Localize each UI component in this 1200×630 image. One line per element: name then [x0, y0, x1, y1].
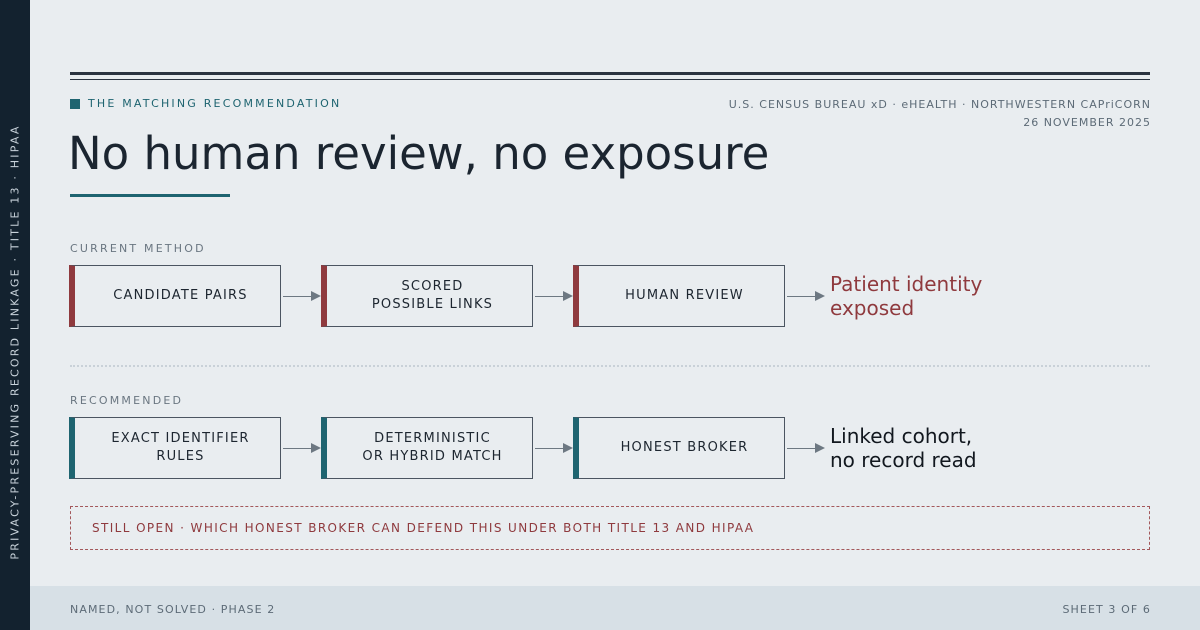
footer: NAMED, NOT SOLVED · PHASE 2 SHEET 3 OF 6 [30, 586, 1200, 630]
footer-status: NAMED, NOT SOLVED · PHASE 2 [70, 603, 276, 616]
open-question-box: STILL OPEN · WHICH HONEST BROKER CAN DEF… [70, 506, 1150, 550]
meta-organizations: U.S. CENSUS BUREAU xD · eHEALTH · NORTHW… [728, 98, 1151, 111]
open-question-text: STILL OPEN · WHICH HONEST BROKER CAN DEF… [92, 521, 755, 535]
recommended-step-2: DETERMINISTIC OR HYBRID MATCH [321, 417, 533, 479]
eyebrow: THE MATCHING RECOMMENDATION [70, 97, 341, 110]
page-title: No human review, no exposure [68, 127, 770, 180]
title-underline [70, 194, 230, 197]
current-step-3-label: HUMAN REVIEW [625, 288, 744, 303]
recommended-step-1: EXACT IDENTIFIER RULES [69, 417, 281, 479]
arrow-right-icon [283, 290, 321, 302]
side-strip: PRIVACY-PRESERVING RECORD LINKAGE · TITL… [0, 0, 30, 630]
recommended-step-1-label: EXACT IDENTIFIER RULES [111, 431, 250, 464]
footer-sheet-number: SHEET 3 OF 6 [1062, 603, 1151, 616]
recommended-step-3: HONEST BROKER [573, 417, 785, 479]
eyebrow-label: THE MATCHING RECOMMENDATION [88, 97, 342, 110]
meta-date: 26 NOVEMBER 2025 [1023, 116, 1151, 129]
top-rule-thin [70, 79, 1150, 80]
section-divider [70, 365, 1150, 367]
current-step-2-label: SCORED POSSIBLE LINKS [371, 279, 494, 312]
arrow-right-icon [535, 442, 573, 454]
current-method-label: CURRENT METHOD [70, 242, 206, 255]
arrow-right-icon [787, 442, 825, 454]
current-step-3: HUMAN REVIEW [573, 265, 785, 327]
recommended-outcome: Linked cohort, no record read [830, 424, 977, 472]
current-outcome: Patient identity exposed [830, 272, 983, 320]
header-meta: U.S. CENSUS BUREAU xD · eHEALTH · NORTHW… [729, 96, 1151, 132]
current-step-1: CANDIDATE PAIRS [69, 265, 281, 327]
top-rule [70, 72, 1150, 75]
eyebrow-square-icon [70, 98, 80, 109]
side-caption: PRIVACY-PRESERVING RECORD LINKAGE · TITL… [8, 124, 22, 560]
recommended-label: RECOMMENDED [70, 394, 184, 407]
arrow-right-icon [787, 290, 825, 302]
arrow-right-icon [283, 442, 321, 454]
current-step-1-label: CANDIDATE PAIRS [113, 288, 248, 303]
current-step-2: SCORED POSSIBLE LINKS [321, 265, 533, 327]
recommended-step-3-label: HONEST BROKER [620, 440, 749, 455]
arrow-right-icon [535, 290, 573, 302]
recommended-step-2-label: DETERMINISTIC OR HYBRID MATCH [362, 431, 503, 464]
